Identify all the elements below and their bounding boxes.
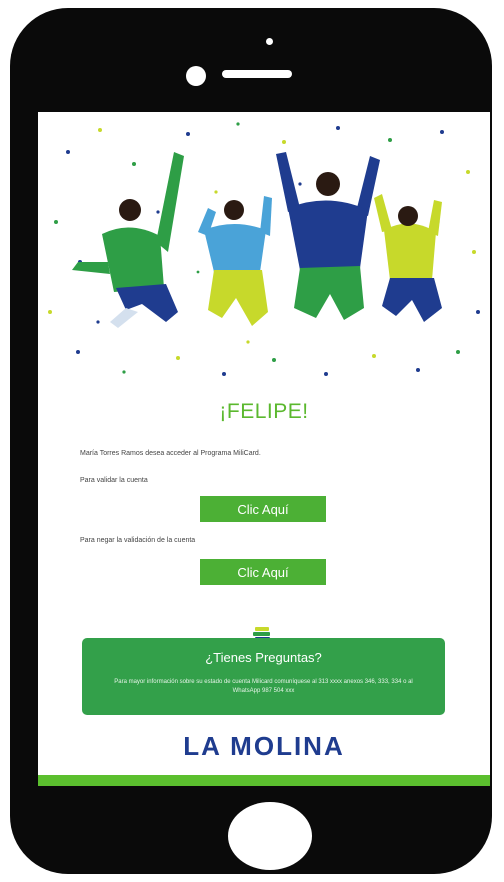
- person-navy-sweater: [276, 152, 380, 320]
- intro-text: María Torres Ramos desea acceder al Prog…: [80, 450, 261, 457]
- phone-sensor: [266, 38, 273, 45]
- person-green-sweater: [72, 152, 184, 328]
- screen-bottom-bar: [38, 775, 490, 786]
- deny-text: Para negar la validación de la cuenta: [80, 537, 196, 544]
- phone-camera: [186, 66, 206, 86]
- home-button[interactable]: [228, 802, 312, 870]
- help-title: ¿Tienes Preguntas?: [205, 650, 322, 665]
- help-box: ¿Tienes Preguntas? Para mayor informació…: [82, 638, 445, 715]
- la-molina-logo: LA MOLINA: [38, 730, 490, 760]
- phone-speaker: [222, 70, 292, 78]
- deny-validation-button[interactable]: Clic Aquí: [200, 559, 326, 585]
- greeting-title: ¡FELIPE!: [219, 400, 309, 423]
- logo-text: LA MOLINA: [183, 731, 344, 760]
- validate-text: Para validar la cuenta: [80, 477, 148, 484]
- validate-account-button[interactable]: Clic Aquí: [200, 496, 326, 522]
- logo-graphic: LA MOLINA: [183, 731, 344, 760]
- phone-screen: ¡FELIPE! María Torres Ramos desea accede…: [38, 112, 490, 786]
- person-lime-top: [374, 194, 442, 322]
- celebration-illustration: [48, 122, 480, 376]
- help-body: Para mayor información sobre su estado d…: [114, 679, 413, 694]
- person-blue-top: [198, 196, 272, 326]
